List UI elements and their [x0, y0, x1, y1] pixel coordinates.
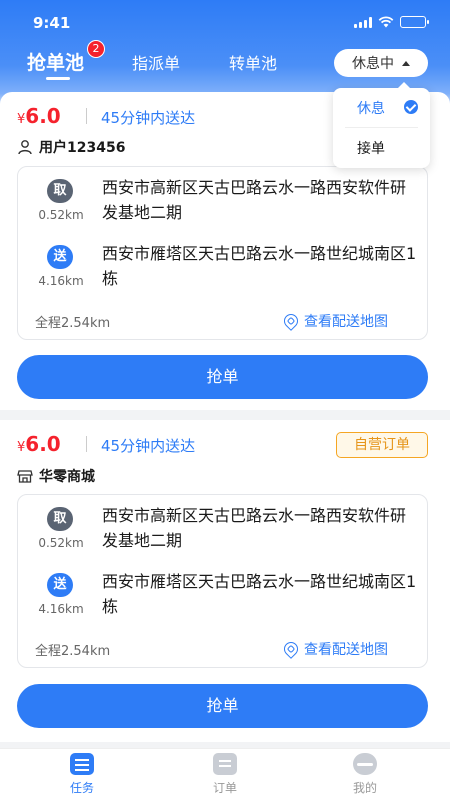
task-icon — [70, 753, 94, 775]
dropoff-distance: 4.16km — [38, 602, 84, 616]
caret-up-icon — [402, 60, 410, 66]
map-pin-icon — [281, 311, 301, 331]
order-price: ¥6.0 — [17, 104, 61, 128]
route-info: 取 0.52km 西安市高新区天古巴路云水一路西安软件研发基地二期 送 4.16… — [17, 166, 428, 340]
delivery-time: 45分钟内送达 — [101, 437, 196, 455]
self-operated-badge: 自营订单 — [336, 432, 428, 458]
dropoff-address: 西安市雁塔区天古巴路云水一路世纪城南区1栋 — [102, 244, 417, 288]
profile-icon — [353, 753, 377, 775]
menu-item-label: 休息 — [357, 101, 385, 117]
menu-item-accept[interactable]: 接单 — [333, 128, 430, 166]
customer-row: 用户123456 — [17, 137, 125, 157]
grab-order-button[interactable]: 抢单 — [17, 684, 428, 728]
work-status-dropdown[interactable]: 休息中 — [334, 49, 428, 77]
view-map-label: 查看配送地图 — [304, 314, 388, 330]
view-map-label: 查看配送地图 — [304, 642, 388, 658]
view-map-link[interactable]: 查看配送地图 — [281, 639, 388, 659]
status-time: 9:41 — [33, 14, 71, 32]
dropoff-tag: 送 — [47, 573, 73, 597]
pickup-tag: 取 — [47, 179, 73, 203]
tab-badge: 2 — [87, 40, 105, 58]
pickup-address: 西安市高新区天古巴路云水一路西安软件研发基地二期 — [102, 506, 407, 550]
divider — [86, 436, 87, 452]
customer-row: 华零商城 — [17, 466, 95, 486]
customer-name: 用户123456 — [39, 140, 126, 156]
tabbar-label: 我的 — [352, 781, 377, 795]
status-icons — [354, 16, 429, 28]
check-icon — [404, 100, 418, 114]
dropoff-distance: 4.16km — [38, 274, 84, 288]
total-distance: 全程2.54km — [35, 644, 111, 659]
bottom-tab-bar: 任务 订单 我的 — [0, 748, 450, 800]
menu-item-label: 接单 — [357, 141, 385, 157]
total-distance: 全程2.54km — [35, 316, 111, 331]
tab-assigned[interactable]: 指派单 — [132, 50, 180, 74]
tab-transfer-pool[interactable]: 转单池 — [229, 50, 277, 74]
route-info: 取 0.52km 西安市高新区天古巴路云水一路西安软件研发基地二期 送 4.16… — [17, 494, 428, 668]
divider — [86, 108, 87, 124]
wifi-icon — [378, 16, 394, 28]
shop-icon — [17, 470, 33, 483]
user-icon — [18, 140, 32, 155]
tabbar-label: 任务 — [69, 781, 94, 795]
menu-item-rest[interactable]: 休息 — [333, 88, 430, 126]
battery-icon — [400, 16, 429, 28]
tabbar-item-profile[interactable]: 我的 — [335, 753, 395, 796]
pickup-distance: 0.52km — [38, 208, 84, 222]
signal-icon — [354, 16, 372, 28]
work-status-menu: 休息 接单 — [333, 82, 430, 168]
tabbar-label: 订单 — [212, 781, 237, 795]
pickup-distance: 0.52km — [38, 536, 84, 550]
tab-grab-pool[interactable]: 抢单池 — [27, 48, 84, 75]
map-pin-icon — [281, 639, 301, 659]
tabbar-item-tasks[interactable]: 任务 — [52, 753, 112, 796]
orders-icon — [213, 753, 237, 775]
tabbar-item-orders[interactable]: 订单 — [195, 753, 255, 796]
dropoff-address: 西安市雁塔区天古巴路云水一路世纪城南区1栋 — [102, 572, 417, 616]
active-tab-indicator — [46, 77, 70, 80]
grab-order-button[interactable]: 抢单 — [17, 355, 428, 399]
delivery-time: 45分钟内送达 — [101, 109, 196, 127]
customer-name: 华零商城 — [39, 469, 95, 485]
view-map-link[interactable]: 查看配送地图 — [281, 311, 388, 331]
work-status-label: 休息中 — [352, 56, 394, 72]
pickup-address: 西安市高新区天古巴路云水一路西安软件研发基地二期 — [102, 178, 407, 222]
status-bar: 9:41 — [0, 0, 450, 44]
dropoff-tag: 送 — [47, 245, 73, 269]
order-price: ¥6.0 — [17, 432, 61, 456]
pickup-tag: 取 — [47, 507, 73, 531]
order-card: ¥6.0 45分钟内送达 自营订单 华零商城 取 0.52km 西安市高新区天古… — [0, 420, 450, 742]
